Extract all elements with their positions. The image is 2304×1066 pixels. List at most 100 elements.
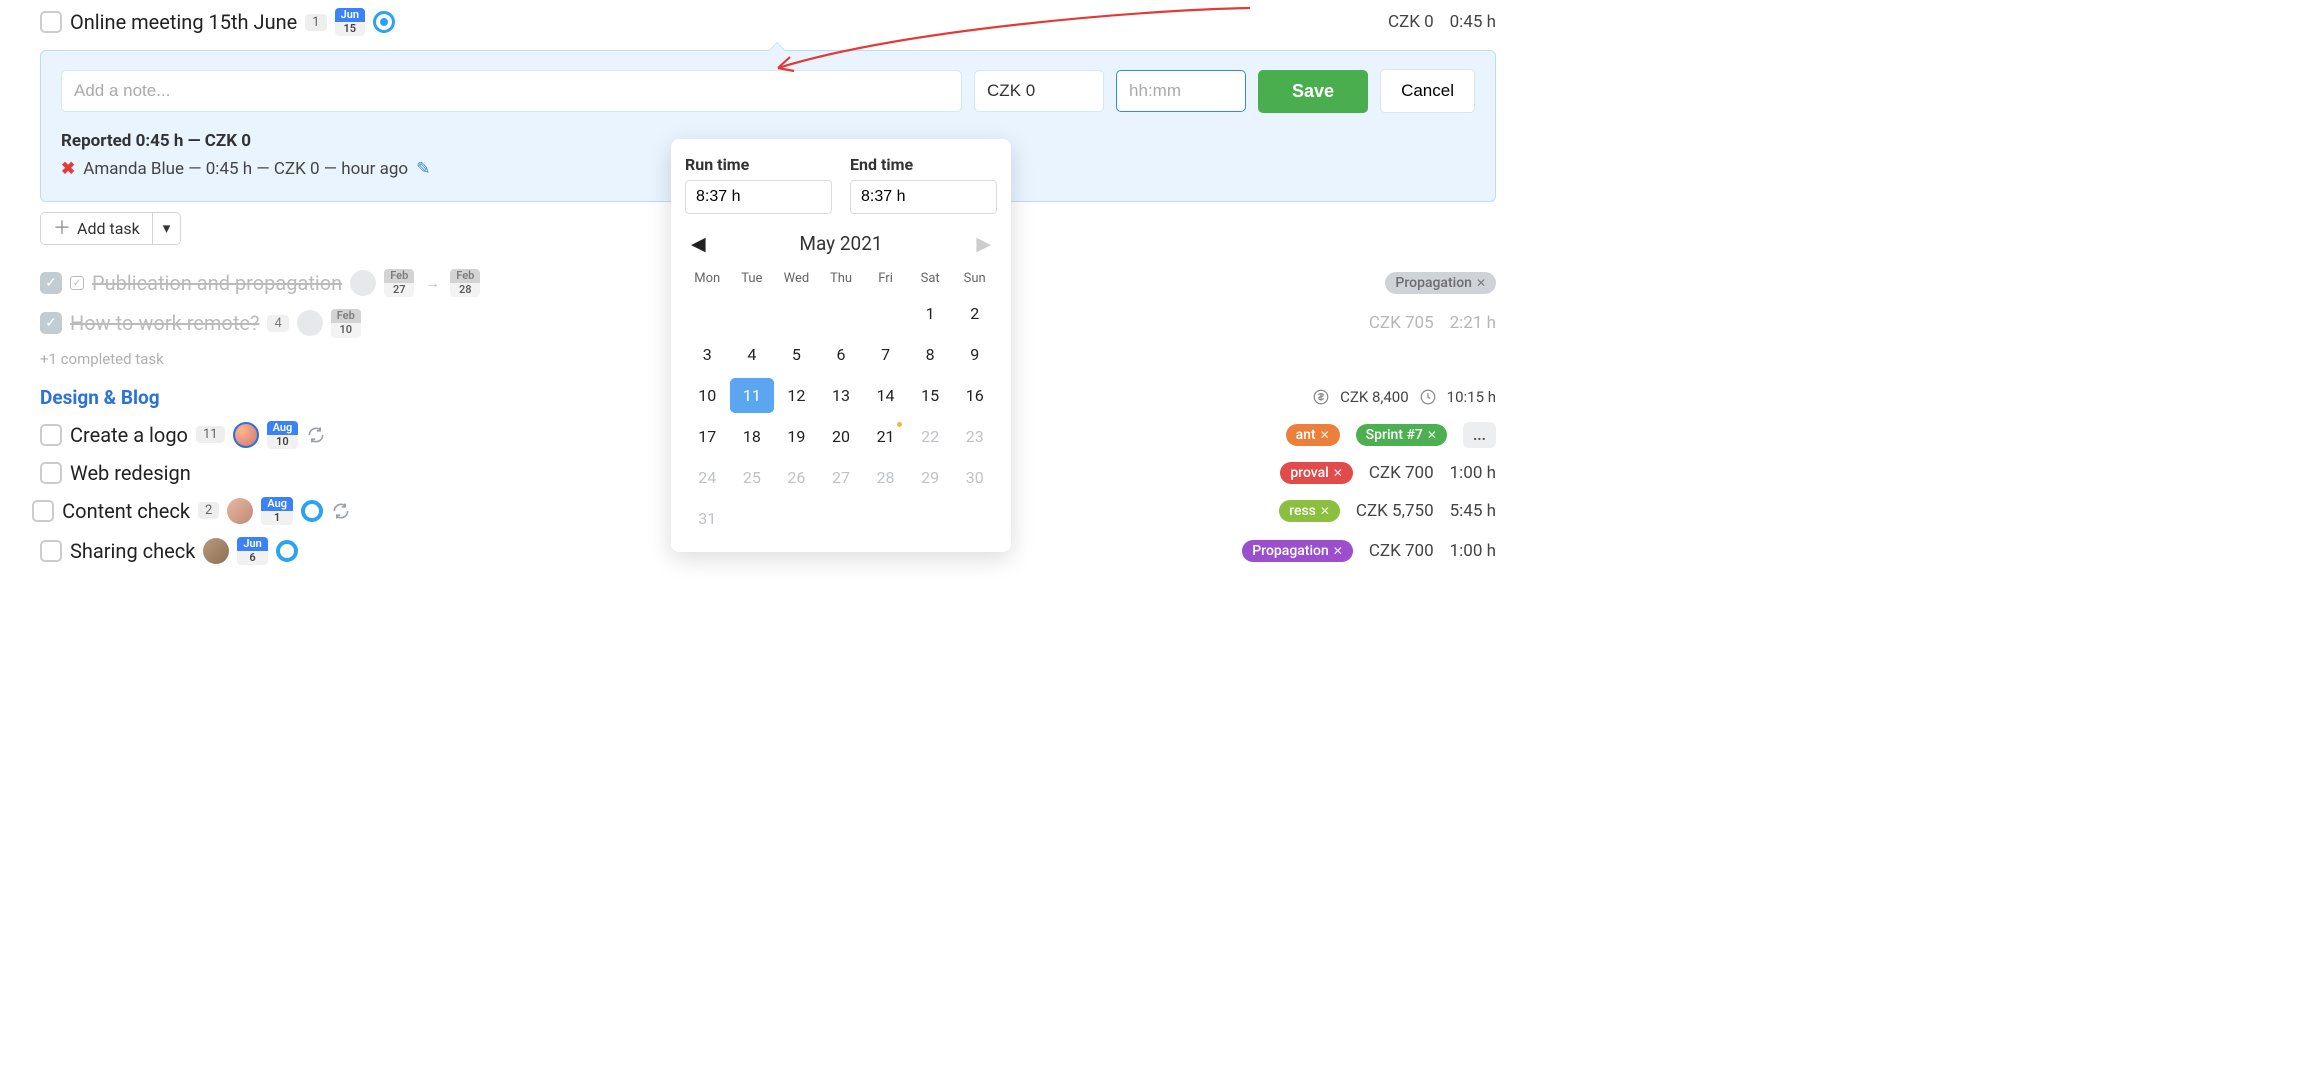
calendar-day[interactable]: 28 [863, 460, 908, 495]
next-month-icon[interactable]: ▶ [976, 232, 991, 255]
calendar-day[interactable]: 30 [952, 460, 997, 495]
calendar-day[interactable]: 1 [908, 296, 953, 331]
section-hours: 10:15 h [1447, 388, 1496, 406]
task-title[interactable]: Online meeting 15th June [70, 10, 297, 34]
tag[interactable]: ress ✕ [1279, 500, 1340, 522]
clock-icon [1419, 388, 1437, 406]
calendar-day[interactable]: 5 [774, 337, 819, 372]
end-time-label: End time [850, 155, 997, 174]
calendar-day[interactable]: 14 [863, 378, 908, 413]
tag[interactable]: Propagation✕ [1385, 272, 1496, 294]
tag-remove-icon[interactable]: ✕ [1320, 504, 1330, 518]
task-title[interactable]: Create a logo [70, 423, 188, 447]
edit-entry-icon[interactable]: ✎ [416, 159, 430, 179]
dow-label: Fri [863, 267, 908, 290]
task-title[interactable]: Content check [62, 499, 190, 523]
dow-label: Sun [952, 267, 997, 290]
calendar-day[interactable]: 2 [952, 296, 997, 331]
calendar-day[interactable]: 23 [952, 419, 997, 454]
task-count-badge: 4 [267, 315, 288, 332]
calendar-day[interactable]: 13 [819, 378, 864, 413]
task-title[interactable]: How to work remote? [70, 311, 259, 335]
dow-label: Sat [908, 267, 953, 290]
tag[interactable]: proval ✕ [1280, 462, 1353, 484]
calendar-day[interactable]: 11 [730, 378, 775, 413]
tag-remove-icon[interactable]: ✕ [1320, 428, 1330, 442]
assignee-avatar[interactable] [233, 422, 259, 448]
calendar-day[interactable]: 3 [685, 337, 730, 372]
task-checkbox-checked[interactable]: ✓ [40, 312, 62, 334]
calendar-day[interactable]: 21 [863, 419, 908, 454]
task-checkbox[interactable] [40, 540, 62, 562]
save-button[interactable]: Save [1258, 70, 1368, 113]
calendar-day[interactable]: 26 [774, 460, 819, 495]
calendar-day[interactable]: 9 [952, 337, 997, 372]
task-title[interactable]: Sharing check [70, 539, 195, 563]
tag[interactable]: Sprint #7 ✕ [1356, 424, 1447, 446]
tag-remove-icon[interactable]: ✕ [1333, 466, 1343, 480]
ring-icon[interactable] [301, 500, 323, 522]
calendar-day[interactable]: 18 [730, 419, 775, 454]
calendar-day[interactable]: 31 [685, 501, 730, 536]
calendar-day[interactable]: 8 [908, 337, 953, 372]
task-checkbox[interactable] [32, 500, 54, 522]
refresh-icon[interactable] [331, 501, 351, 521]
tag-remove-icon[interactable]: ✕ [1427, 428, 1437, 442]
calendar-day[interactable]: 24 [685, 460, 730, 495]
task-title[interactable]: Publication and propagation [92, 271, 342, 295]
task-date-badge[interactable]: Jun 15 [335, 8, 365, 36]
assignee-avatar[interactable] [227, 498, 253, 524]
task-checkbox[interactable] [40, 462, 62, 484]
add-task-button[interactable]: ＋ Add task [41, 213, 152, 244]
task-date-badge: Feb 27 [384, 269, 414, 297]
prev-month-icon[interactable]: ◀ [691, 232, 706, 255]
tag[interactable]: ant ✕ [1286, 424, 1340, 446]
calendar-day[interactable]: 20 [819, 419, 864, 454]
calendar-day [819, 296, 864, 331]
task-date-badge[interactable]: Jun6 [237, 537, 267, 565]
task-checkbox-checked[interactable]: ✓ [40, 272, 62, 294]
add-task-dropdown[interactable]: ▾ [152, 213, 181, 244]
calendar-day[interactable]: 25 [730, 460, 775, 495]
calendar-day[interactable]: 19 [774, 419, 819, 454]
calendar-day[interactable]: 10 [685, 378, 730, 413]
calendar-day[interactable]: 15 [908, 378, 953, 413]
refresh-icon[interactable] [306, 425, 326, 445]
task-title[interactable]: Web redesign [70, 461, 191, 485]
more-tags-button[interactable]: ... [1463, 422, 1496, 448]
duration-input[interactable] [1116, 70, 1246, 112]
calendar-day[interactable]: 27 [819, 460, 864, 495]
assignee-avatar[interactable] [297, 310, 323, 336]
task-hours: 0:45 h [1450, 12, 1496, 32]
calendar-day[interactable]: 29 [908, 460, 953, 495]
tag-remove-icon[interactable]: ✕ [1476, 276, 1486, 290]
section-title[interactable]: Design & Blog [40, 386, 160, 409]
task-price: CZK 0 [1388, 12, 1434, 32]
calendar-day[interactable]: 17 [685, 419, 730, 454]
calendar-day[interactable]: 16 [952, 378, 997, 413]
end-time-input[interactable] [850, 180, 997, 214]
datepicker-popover: Run time End time ◀ May 2021 ▶ MonTueWed… [671, 139, 1011, 552]
task-checkbox[interactable] [40, 424, 62, 446]
tag-remove-icon[interactable]: ✕ [1333, 544, 1343, 558]
calendar-day[interactable]: 7 [863, 337, 908, 372]
delete-entry-icon[interactable]: ✖ [61, 159, 75, 179]
run-time-input[interactable] [685, 180, 832, 214]
task-count-badge: 11 [196, 426, 225, 443]
cancel-button[interactable]: Cancel [1380, 69, 1475, 113]
calendar-day[interactable]: 6 [819, 337, 864, 372]
ring-icon[interactable] [276, 540, 298, 562]
tag[interactable]: Propagation ✕ [1242, 540, 1353, 562]
assignee-avatar[interactable] [350, 270, 376, 296]
calendar-day[interactable]: 12 [774, 378, 819, 413]
calendar-day[interactable]: 4 [730, 337, 775, 372]
calendar-day [685, 296, 730, 331]
target-icon[interactable] [373, 11, 395, 33]
calendar-day[interactable]: 22 [908, 419, 953, 454]
task-date-badge[interactable]: Aug10 [267, 421, 299, 449]
note-input[interactable] [61, 70, 962, 112]
task-date-badge[interactable]: Aug1 [261, 497, 293, 525]
cost-input[interactable] [974, 70, 1104, 112]
task-checkbox[interactable] [40, 11, 62, 33]
assignee-avatar[interactable] [203, 538, 229, 564]
